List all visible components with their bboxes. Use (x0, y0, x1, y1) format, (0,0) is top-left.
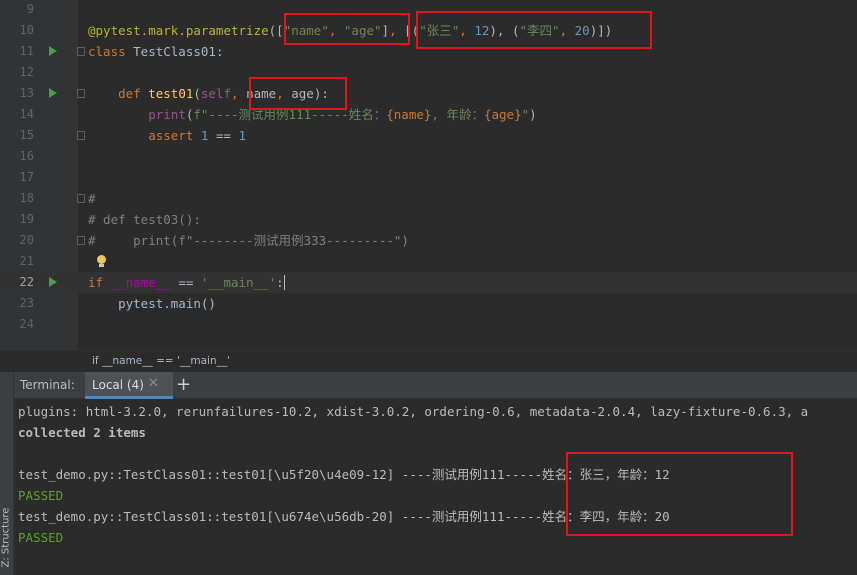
code-token: if (88, 275, 111, 290)
terminal-title: Terminal: (20, 378, 75, 392)
code-token: assert (148, 128, 201, 143)
code-token: == (208, 128, 239, 143)
line-number: 11 (19, 44, 34, 58)
line-number: 9 (26, 2, 34, 16)
test-status-passed: PASSED (18, 488, 64, 503)
code-token: ) (529, 107, 537, 122)
code-token: TestClass01: (133, 44, 224, 59)
intention-bulb-icon[interactable] (97, 255, 106, 267)
code-text[interactable]: # def test03(): (88, 209, 201, 230)
fold-marker-icon[interactable] (77, 89, 85, 98)
code-line[interactable]: 24 (0, 314, 857, 335)
code-token: " (521, 107, 530, 122)
code-token: pytest.main() (88, 296, 216, 311)
code-token: print (148, 107, 186, 122)
structure-tool-button[interactable]: Z: Structure (0, 508, 11, 568)
fold-marker-icon[interactable] (77, 131, 85, 140)
terminal-tab-label[interactable]: Local (4) (92, 378, 144, 392)
code-line[interactable]: 15 assert 1 == 1 (0, 125, 857, 146)
code-token: [ (276, 23, 284, 38)
code-token: # def test03(): (88, 212, 201, 227)
fold-marker-icon[interactable] (77, 47, 85, 56)
code-line[interactable]: 22 if __name__ == '__main__': (0, 272, 857, 293)
code-editor[interactable]: 9 10 @pytest.mark.parametrize(["name", "ag… (0, 0, 857, 350)
code-token: __name__ (110, 275, 171, 290)
code-text[interactable]: if __name__ == '__main__': (88, 272, 285, 293)
code-line[interactable]: 19 # def test03(): (0, 209, 857, 230)
line-number: 18 (19, 191, 34, 205)
code-token: # print(f"--------测试用例333---------") (88, 233, 409, 248)
line-number: 20 (19, 233, 34, 247)
code-token: class (88, 44, 134, 59)
breadcrumb[interactable]: if __name__ == '__main__' (0, 350, 857, 372)
code-token: 1 (238, 128, 247, 143)
code-line[interactable]: 13 def test01(self, name, age): (0, 83, 857, 104)
annotation-box-param-names (284, 13, 410, 45)
line-number: 23 (19, 296, 34, 310)
code-line[interactable]: 14 print(f"----测试用例111-----姓名：{name}, 年龄… (0, 104, 857, 125)
code-token: ( (193, 86, 201, 101)
code-line[interactable]: 20 # print(f"--------测试用例333---------") (0, 230, 857, 251)
code-line[interactable]: 17 (0, 167, 857, 188)
line-number: 19 (19, 212, 34, 226)
line-number: 16 (19, 149, 34, 163)
line-number: 12 (19, 65, 34, 79)
code-token: '__main__' (200, 275, 277, 290)
text-caret (283, 275, 285, 290)
code-line[interactable]: 23 pytest.main() (0, 293, 857, 314)
terminal-line: collected 2 items (18, 425, 146, 440)
close-icon[interactable]: ✕ (148, 376, 159, 391)
run-gutter-icon[interactable] (49, 46, 57, 56)
add-tab-icon[interactable]: + (176, 374, 191, 395)
code-token: self (200, 86, 232, 101)
code-token: : (276, 275, 284, 290)
code-token: == (170, 275, 201, 290)
code-token: def (118, 86, 149, 101)
code-token: , (231, 86, 247, 101)
annotation-box-output (566, 452, 793, 536)
line-number: 22 (19, 275, 34, 289)
line-number: 14 (19, 107, 34, 121)
terminal-line: plugins: html-3.2.0, rerunfailures-10.2,… (18, 404, 809, 419)
code-text[interactable]: class TestClass01: (88, 41, 223, 62)
breadcrumb-label[interactable]: if __name__ == '__main__' (92, 355, 230, 367)
fold-marker-icon[interactable] (77, 194, 85, 203)
test-status-passed: PASSED (18, 530, 64, 545)
terminal-output[interactable]: plugins: html-3.2.0, rerunfailures-10.2,… (14, 399, 857, 575)
line-number: 15 (19, 128, 34, 142)
code-text[interactable]: assert 1 == 1 (88, 125, 246, 146)
line-number: 24 (19, 317, 34, 331)
run-gutter-icon[interactable] (49, 277, 57, 287)
terminal-tab-local[interactable]: Local (4) ✕ (85, 372, 173, 399)
code-token: @pytest.mark.parametrize (88, 23, 269, 38)
line-number: 10 (19, 23, 34, 37)
code-token: {age} (483, 107, 522, 122)
code-line[interactable]: 16 (0, 146, 857, 167)
code-token: , 年龄： (431, 107, 484, 122)
line-number: 17 (19, 170, 34, 184)
fold-marker-icon[interactable] (77, 236, 85, 245)
run-gutter-icon[interactable] (49, 88, 57, 98)
terminal-header: Terminal: Local (4) ✕ + (14, 372, 857, 399)
code-token: test01 (148, 86, 194, 101)
code-text[interactable]: # (88, 188, 96, 209)
annotation-box-method-args (249, 77, 347, 110)
code-token: {name} (386, 107, 432, 122)
left-tool-strip: Z: Structure (0, 372, 14, 575)
annotation-box-param-values (416, 11, 652, 49)
code-line[interactable]: 18 # (0, 188, 857, 209)
code-text[interactable]: pytest.main() (88, 293, 216, 314)
line-number: 13 (19, 86, 34, 100)
line-number: 21 (19, 254, 34, 268)
code-token: # (88, 191, 96, 206)
code-line[interactable]: 12 (0, 62, 857, 83)
code-line[interactable]: 21 (0, 251, 857, 272)
code-text[interactable]: # print(f"--------测试用例333---------") (88, 230, 409, 251)
